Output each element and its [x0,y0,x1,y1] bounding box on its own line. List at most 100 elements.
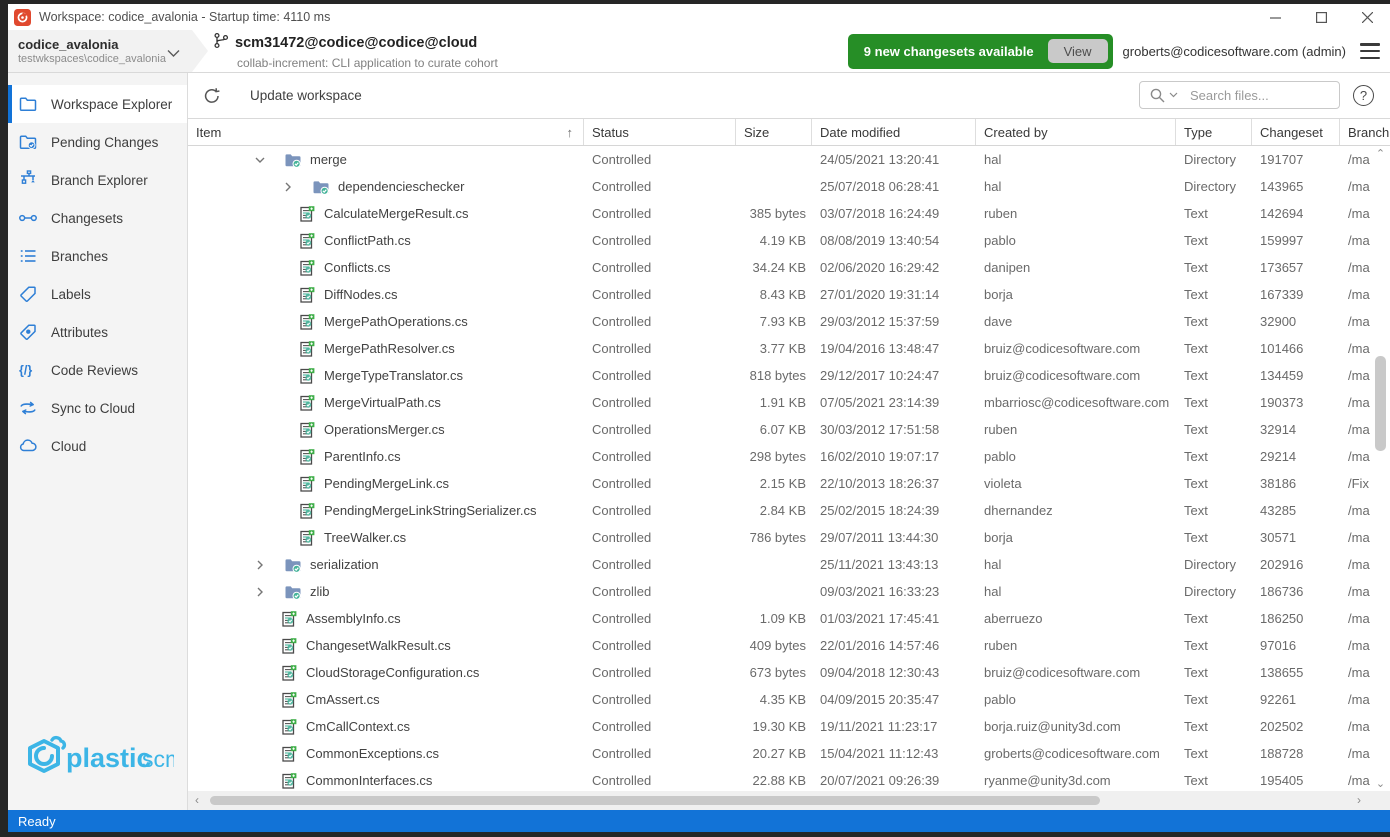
vertical-scrollbar[interactable]: ⌃ ⌄ [1373,144,1388,792]
repository-spec: scm31472@codice@codice@cloud collab-incr… [213,32,498,70]
item-name: CalculateMergeResult.cs [324,206,469,221]
scroll-left-icon[interactable]: ‹ [190,793,204,807]
table-row[interactable]: zlibControlled09/03/2021 16:33:23halDire… [188,578,1390,605]
maximize-button[interactable] [1298,4,1344,30]
pending-changes-icon [18,132,38,152]
table-row[interactable]: ParentInfo.csControlled298 bytes16/02/20… [188,443,1390,470]
column-header-date-modified[interactable]: Date modified [812,119,976,145]
horizontal-scrollbar[interactable]: ‹ › [188,791,1390,810]
sidebar-item-cloud[interactable]: Cloud [8,427,187,465]
update-workspace-button[interactable]: Update workspace [250,88,362,103]
table-row[interactable]: dependenciescheckerControlled25/07/2018 … [188,173,1390,200]
table-row[interactable]: CmAssert.csControlled4.35 KB04/09/2015 2… [188,686,1390,713]
close-button[interactable] [1344,4,1390,30]
chevron-right-icon[interactable] [252,584,268,600]
sidebar-item-sync-to-cloud[interactable]: Sync to Cloud [8,389,187,427]
folder-icon [284,151,302,169]
changeset-cell: 202502 [1252,713,1340,740]
table-row[interactable]: ChangesetWalkResult.csControlled409 byte… [188,632,1390,659]
table-row[interactable]: OperationsMerger.csControlled6.07 KB30/0… [188,416,1390,443]
scroll-right-icon[interactable]: › [1352,793,1366,807]
sidebar-item-labels[interactable]: Labels [8,275,187,313]
table-row[interactable]: TreeWalker.csControlled786 bytes29/07/20… [188,524,1390,551]
workspace-explorer-view: Update workspace ? Item↑StatusSizeDate m… [188,73,1390,810]
table-row[interactable]: CmCallContext.csControlled19.30 KB19/11/… [188,713,1390,740]
column-header-type[interactable]: Type [1176,119,1252,145]
hamburger-menu-icon[interactable] [1360,42,1380,60]
size-cell: 3.77 KB [736,335,812,362]
size-cell: 4.35 KB [736,686,812,713]
search-options-chevron-icon[interactable] [1169,92,1178,98]
view-changesets-button[interactable]: View [1048,39,1108,63]
sidebar-item-branches[interactable]: Branches [8,237,187,275]
item-cell: MergePathResolver.cs [188,335,584,362]
table-row[interactable]: MergeTypeTranslator.csControlled818 byte… [188,362,1390,389]
vertical-scrollbar-thumb[interactable] [1375,356,1386,451]
size-cell: 4.19 KB [736,227,812,254]
sidebar-item-label: Code Reviews [51,363,138,378]
item-cell: serialization [188,551,584,578]
scroll-down-icon[interactable]: ⌄ [1373,776,1388,790]
search-input[interactable] [1188,87,1339,104]
modified-cell: 29/03/2012 15:37:59 [812,308,976,335]
file-icon [298,367,316,385]
sidebar-item-label: Branch Explorer [51,173,148,188]
table-row[interactable]: ConflictPath.csControlled4.19 KB08/08/20… [188,227,1390,254]
item-name: ConflictPath.cs [324,233,411,248]
search-box[interactable] [1139,81,1340,109]
chevron-right-icon[interactable] [280,179,296,195]
app-window: Workspace: codice_avalonia - Startup tim… [8,4,1390,832]
table-row[interactable]: AssemblyInfo.csControlled1.09 KB01/03/20… [188,605,1390,632]
table-row[interactable]: serializationControlled25/11/2021 13:43:… [188,551,1390,578]
column-header-size[interactable]: Size [736,119,812,145]
table-row[interactable]: MergeVirtualPath.csControlled1.91 KB07/0… [188,389,1390,416]
created-by-cell: aberruezo [976,605,1176,632]
help-icon[interactable]: ? [1353,85,1374,106]
item-name: ParentInfo.cs [324,449,401,464]
sidebar-item-attributes[interactable]: Attributes [8,313,187,351]
table-row[interactable]: CloudStorageConfiguration.csControlled67… [188,659,1390,686]
table-row[interactable]: CommonInterfaces.csControlled22.88 KB20/… [188,767,1390,791]
search-icon[interactable] [1149,87,1166,104]
table-row[interactable]: mergeControlled24/05/2021 13:20:41halDir… [188,146,1390,173]
created-by-cell: hal [976,578,1176,605]
column-header-status[interactable]: Status [584,119,736,145]
modified-cell: 09/04/2018 12:30:43 [812,659,976,686]
item-name: CloudStorageConfiguration.cs [306,665,479,680]
workspace-selector[interactable]: codice_avalonia testwkspaces\codice_aval… [8,30,208,72]
changeset-cell: 159997 [1252,227,1340,254]
plasticscm-logo: plastic scm [22,731,174,788]
changeset-cell: 186736 [1252,578,1340,605]
refresh-icon[interactable] [202,86,222,106]
desktop-backdrop: { "window": { "title": "Workspace: codic… [0,0,1390,837]
sidebar-item-code-reviews[interactable]: {/}Code Reviews [8,351,187,389]
table-row[interactable]: Conflicts.csControlled34.24 KB02/06/2020… [188,254,1390,281]
sidebar-item-branch-explorer[interactable]: Branch Explorer [8,161,187,199]
table-row[interactable]: DiffNodes.csControlled8.43 KB27/01/2020 … [188,281,1390,308]
horizontal-scrollbar-thumb[interactable] [210,796,1100,805]
sidebar-item-pending-changes[interactable]: Pending Changes [8,123,187,161]
table-row[interactable]: MergePathResolver.csControlled3.77 KB19/… [188,335,1390,362]
sidebar-item-changesets[interactable]: Changesets [8,199,187,237]
column-header-created-by[interactable]: Created by [976,119,1176,145]
scroll-up-icon[interactable]: ⌃ [1373,146,1388,160]
modified-cell: 30/03/2012 17:51:58 [812,416,976,443]
table-row[interactable]: CommonExceptions.csControlled20.27 KB15/… [188,740,1390,767]
size-cell [736,578,812,605]
table-row[interactable]: CalculateMergeResult.csControlled385 byt… [188,200,1390,227]
sidebar-item-workspace-explorer[interactable]: Workspace Explorer [8,85,187,123]
changeset-cell: 188728 [1252,740,1340,767]
column-header-item[interactable]: Item↑ [188,119,584,145]
size-cell [736,146,812,173]
chevron-down-icon[interactable] [252,152,268,168]
table-row[interactable]: MergePathOperations.csControlled7.93 KB2… [188,308,1390,335]
minimize-button[interactable] [1252,4,1298,30]
column-header-changeset[interactable]: Changeset [1252,119,1340,145]
column-header-branch[interactable]: Branch [1340,119,1390,145]
item-cell: AssemblyInfo.cs [188,605,584,632]
chevron-right-icon[interactable] [252,557,268,573]
file-icon [280,610,298,628]
sidebar-item-label: Attributes [51,325,108,340]
table-row[interactable]: PendingMergeLinkStringSerializer.csContr… [188,497,1390,524]
table-row[interactable]: PendingMergeLink.csControlled2.15 KB22/1… [188,470,1390,497]
